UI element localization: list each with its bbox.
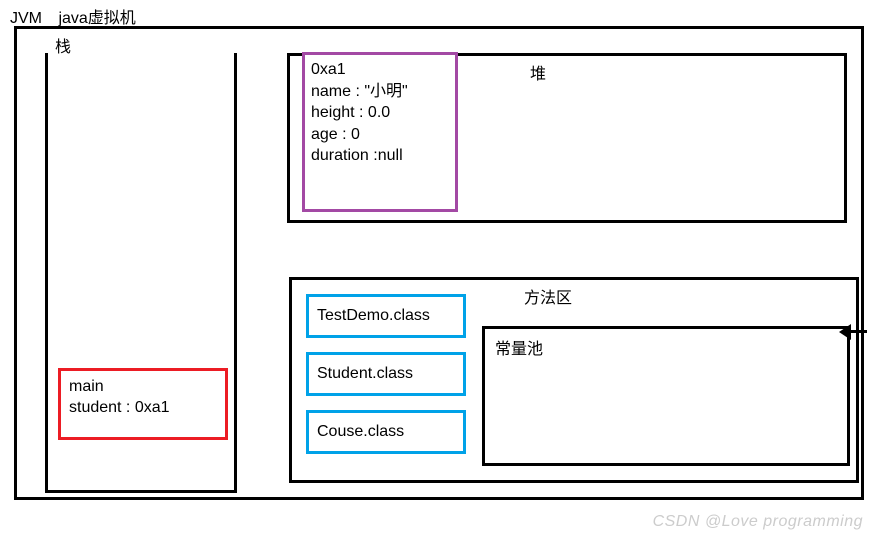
constant-pool-label: 常量池 bbox=[495, 341, 543, 358]
class-file-3-label: Couse.class bbox=[317, 423, 404, 441]
method-area: 方法区 TestDemo.class Student.class Couse.c… bbox=[289, 277, 859, 483]
main-line2: student : 0xa1 bbox=[69, 398, 217, 419]
diagram-title: JVM java虚拟机 bbox=[10, 4, 136, 28]
title-cn: java虚拟机 bbox=[58, 4, 135, 28]
class-file-1-label: TestDemo.class bbox=[317, 307, 430, 325]
obj-duration: duration :null bbox=[311, 145, 449, 167]
arrow-icon bbox=[839, 321, 869, 341]
obj-addr: 0xa1 bbox=[311, 59, 449, 81]
heap-area: 堆 0xa1 name : "小明" height : 0.0 age : 0 … bbox=[287, 53, 847, 223]
class-file-1: TestDemo.class bbox=[306, 294, 466, 338]
stack-frame-main: main student : 0xa1 bbox=[58, 368, 228, 440]
class-file-2: Student.class bbox=[306, 352, 466, 396]
class-file-2-label: Student.class bbox=[317, 365, 413, 383]
heap-label: 堆 bbox=[530, 60, 546, 84]
constant-pool: 常量池 bbox=[482, 326, 850, 466]
class-file-3: Couse.class bbox=[306, 410, 466, 454]
main-line1: main bbox=[69, 377, 217, 398]
obj-age: age : 0 bbox=[311, 124, 449, 146]
method-area-label: 方法区 bbox=[524, 284, 572, 308]
watermark: CSDN @Love programming bbox=[653, 513, 863, 531]
stack-area: main student : 0xa1 bbox=[45, 53, 237, 493]
jvm-outer-box: 栈 main student : 0xa1 堆 0xa1 name : "小明"… bbox=[14, 26, 864, 500]
obj-height: height : 0.0 bbox=[311, 102, 449, 124]
obj-name: name : "小明" bbox=[311, 81, 449, 103]
heap-object: 0xa1 name : "小明" height : 0.0 age : 0 du… bbox=[302, 52, 458, 212]
